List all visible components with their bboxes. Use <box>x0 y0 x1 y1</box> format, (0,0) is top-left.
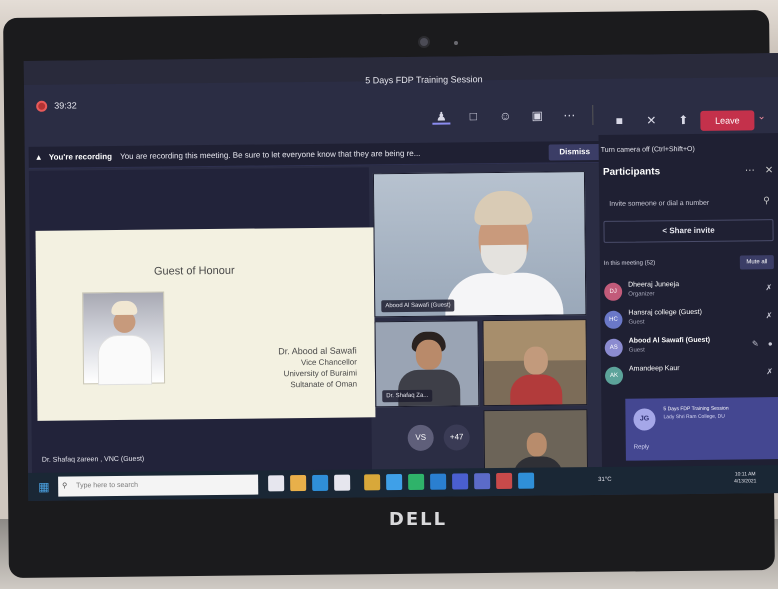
tile-face <box>415 339 442 370</box>
video-tile-participant[interactable] <box>482 319 588 407</box>
reply-button[interactable]: Reply <box>634 444 649 450</box>
mic-off-icon[interactable]: ✗ <box>766 311 773 320</box>
chat-subtitle: Lady Shri Ram College, DU <box>663 413 725 421</box>
participant-row[interactable]: AK Amandeep Kaur ✗ <box>604 363 778 391</box>
chat-notification[interactable]: JG 5 Days FDP Training Session Lady Shri… <box>625 397 778 461</box>
mic-off-icon[interactable]: ✗ <box>766 367 773 376</box>
avatar: JG <box>633 408 656 431</box>
edge-icon[interactable] <box>312 474 329 491</box>
participant-name: Hansraj college (Guest) <box>628 308 702 317</box>
avatar[interactable]: VS <box>407 424 434 451</box>
leave-button[interactable]: Leave <box>700 110 755 131</box>
banner-message: You are recording this meeting. Be sure … <box>120 148 421 161</box>
tile-body <box>510 374 563 407</box>
system-clock[interactable]: 10:11 AM 4/13/2021 <box>734 471 756 485</box>
guest-country: Sultanate of Oman <box>290 379 358 390</box>
weather-status[interactable]: 31°C <box>598 477 611 483</box>
close-icon[interactable]: ✕ <box>765 165 774 176</box>
panel-title: Participants <box>602 166 661 178</box>
taskbar-search-input[interactable]: ⚲ Type here to search <box>58 474 259 497</box>
app-icon[interactable] <box>518 472 535 489</box>
more-icon[interactable]: ⋯ <box>560 107 578 123</box>
clock-date: 4/13/2021 <box>734 478 757 485</box>
participant-role: Organizer <box>628 291 655 298</box>
dismiss-button[interactable]: Dismiss <box>548 143 601 161</box>
tile-name-label: Abood Al Sawafi (Guest) <box>381 299 455 313</box>
participant-row[interactable]: AS Abood Al Sawafi (Guest) Guest ✎ ● <box>604 335 778 363</box>
in-meeting-count[interactable]: In this meeting (52) <box>604 260 655 267</box>
avatar: DJ <box>604 282 623 301</box>
photo-robe <box>97 334 153 386</box>
people-icon[interactable]: ♟ <box>432 108 451 125</box>
mute-all-button[interactable]: Mute all <box>739 255 774 270</box>
chat-icon[interactable]: □ <box>464 108 482 124</box>
recording-icon <box>36 100 48 112</box>
mic-off-icon[interactable]: ✗ <box>765 283 772 292</box>
teams-icon[interactable] <box>474 473 491 490</box>
shared-slide: Guest of Honour Dr. Abood al Sawafi Vice… <box>35 227 376 421</box>
camera-tooltip: Turn camera off (Ctrl+Shift+O) <box>600 145 695 154</box>
participant-name: Abood Al Sawafi (Guest) <box>628 336 711 345</box>
windows-start-icon[interactable]: ▦ <box>38 480 49 494</box>
chrome-icon[interactable] <box>386 474 403 491</box>
avatar: HC <box>604 310 623 329</box>
banner-heading: You're recording <box>48 152 113 162</box>
task-view-icon[interactable] <box>268 475 285 492</box>
app-icon[interactable] <box>452 473 469 490</box>
app-icon[interactable] <box>496 472 513 490</box>
warning-icon: ▲ <box>34 152 43 162</box>
guest-details: Dr. Abood al Sawafi Vice Chancellor Univ… <box>247 345 357 390</box>
mail-icon[interactable] <box>430 473 447 490</box>
share-invite-button[interactable]: < Share invite <box>603 219 774 243</box>
search-icon[interactable]: ⚲ <box>763 195 770 206</box>
chevron-down-icon[interactable]: ⌄ <box>757 111 766 122</box>
meeting-title: 5 Days FDP Training Session <box>365 74 483 86</box>
meeting-timer: 39:32 <box>54 100 77 111</box>
avatar: AS <box>604 338 623 357</box>
video-tile-main[interactable]: Abood Al Sawafi (Guest) <box>372 171 587 318</box>
invite-input[interactable]: Invite someone or dial a number <box>605 195 755 213</box>
participant-role: Guest <box>628 319 645 326</box>
tile-face <box>523 346 549 375</box>
avatar: AK <box>604 366 624 385</box>
app-icon[interactable] <box>408 473 425 490</box>
tile-name-label: Dr. Shafaq Za... <box>382 389 433 403</box>
screen: 5 Days FDP Training Session 39:32 ♟ □ ☺ … <box>23 53 778 501</box>
guest-photo <box>82 291 166 386</box>
mic-off-icon[interactable]: ✕ <box>642 112 660 128</box>
participant-name: Dheeraj Juneeja <box>628 281 680 289</box>
share-invite-label: Share invite <box>669 225 715 236</box>
participant-role: Guest <box>628 347 645 354</box>
overflow-count[interactable]: +47 <box>443 424 470 451</box>
laptop-logo: DELL <box>388 509 448 530</box>
tile-robe <box>444 272 564 318</box>
presenter-label: Dr. Shafaq zareen , VNC (Guest) <box>41 455 145 464</box>
participant-name: Amandeep Kaur <box>628 365 680 373</box>
store-icon[interactable] <box>334 474 351 491</box>
video-tile-shafaq[interactable]: Dr. Shafaq Za... <box>374 320 480 408</box>
camera-icon[interactable]: ■ <box>610 113 628 129</box>
file-explorer-icon[interactable] <box>290 475 307 492</box>
app-icon[interactable] <box>364 474 381 491</box>
mic-icon[interactable]: ● <box>768 339 773 348</box>
photo-turban <box>111 300 138 316</box>
reactions-icon[interactable]: ☺ <box>496 108 514 124</box>
recording-banner: ▲ You're recording You are recording thi… <box>28 140 599 169</box>
webcam-icon <box>418 36 430 48</box>
rooms-icon[interactable]: ▣ <box>528 108 546 124</box>
pen-icon: ✎ <box>751 339 759 349</box>
participant-row[interactable]: DJ Dheeraj Juneeja Organizer ✗ <box>604 279 778 307</box>
toolbar-divider <box>592 105 594 126</box>
search-placeholder: Type here to search <box>76 481 139 490</box>
tile-face <box>526 432 547 457</box>
share-icon[interactable]: ⬆ <box>674 112 692 128</box>
search-icon: ⚲ <box>62 482 68 490</box>
slide-title: Guest of Honour <box>153 264 235 278</box>
content-stage: Guest of Honour Dr. Abood al Sawafi Vice… <box>28 167 376 491</box>
participant-row[interactable]: HC Hansraj college (Guest) Guest ✗ <box>604 307 778 335</box>
chat-title: 5 Days FDP Training Session <box>663 405 729 413</box>
webcam-light <box>454 41 458 45</box>
more-icon[interactable]: ⋯ <box>745 165 755 176</box>
